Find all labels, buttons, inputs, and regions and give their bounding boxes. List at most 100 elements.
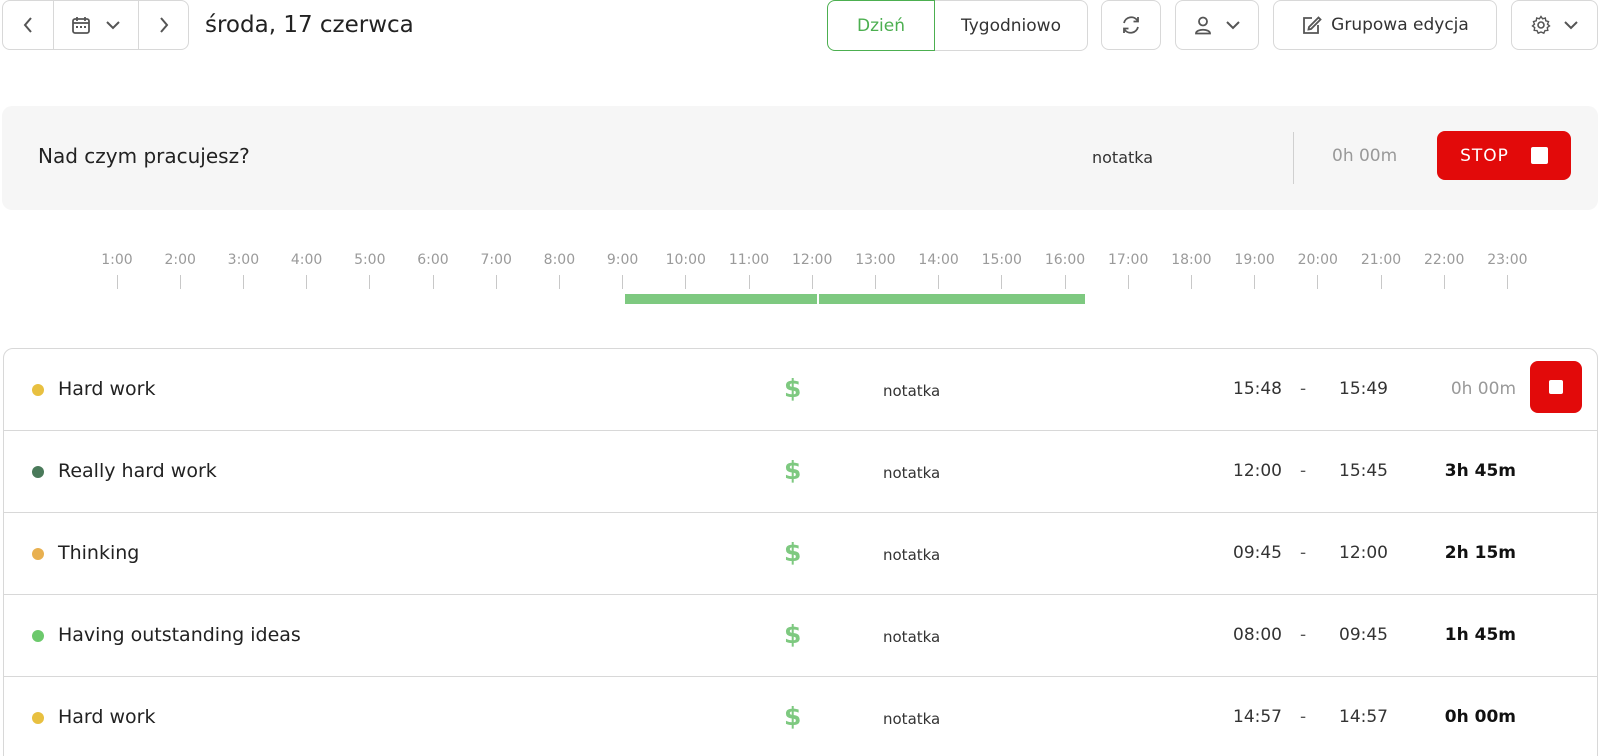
entry-start-time[interactable]: 14:57 [1202,707,1282,727]
calendar-picker-button[interactable] [53,0,139,50]
timeline-hour-label: 13:00 [855,252,896,268]
entry-note[interactable]: notatka [883,464,940,482]
user-filter-button[interactable] [1175,0,1259,50]
chevron-down-icon [1563,20,1579,30]
entry-end-time[interactable]: 09:45 [1308,625,1388,645]
timeline-hour-label: 21:00 [1360,252,1402,268]
entry-end-time[interactable]: 12:00 [1308,543,1388,563]
entry-start-time[interactable]: 12:00 [1202,461,1282,481]
prev-day-button[interactable] [2,0,54,50]
timeline-hour-tick: 1:00 [87,252,147,289]
timeline-hour-label: 19:00 [1234,252,1275,268]
timeline-hour-tick: 17:00 [1098,252,1158,289]
entry-duration: 0h 00m [1444,707,1516,727]
timeline-tick-mark [622,275,624,289]
timeline-tick-mark [1443,275,1445,289]
billable-dollar-icon[interactable]: $ [784,620,801,649]
timeline-tick-mark [306,275,308,289]
timeline-bar-segment [819,294,1085,304]
entry-note[interactable]: notatka [883,628,940,646]
project-color-dot [32,712,44,724]
entry-start-time[interactable]: 09:45 [1202,543,1282,563]
project-color-dot [32,630,44,642]
timeline-tick-mark [1064,275,1066,289]
entry-task-name[interactable]: Really hard work [58,460,217,482]
time-entry-row[interactable]: Thinking $ notatka 09:45-12:00 2h 15m [4,513,1597,595]
billable-dollar-icon[interactable]: $ [784,702,801,731]
entry-task-name[interactable]: Thinking [58,542,139,564]
timeline-hour-label: 1:00 [101,252,133,268]
refresh-icon [1120,14,1142,36]
gear-icon [1530,15,1551,35]
timeline-tick-mark [811,275,813,289]
timeline-hour-label: 22:00 [1424,252,1465,268]
entry-task-name[interactable]: Hard work [58,378,156,400]
view-week-button[interactable]: Tygodniowo [935,0,1088,51]
timeline-hour-label: 2:00 [164,252,196,268]
group-edit-button[interactable]: Grupowa edycja [1273,0,1497,50]
timeline-hour-tick: 23:00 [1477,252,1537,289]
time-entries-list: Hard work $ notatka 15:48-15:49 0h 00m Really… [3,348,1598,756]
timeline-hour-tick: 9:00 [593,252,653,289]
view-day-button[interactable]: Dzień [827,0,935,51]
refresh-button[interactable] [1101,0,1161,50]
timeline-tick-mark [432,275,434,289]
stop-label: STOP [1460,145,1509,166]
billable-dollar-icon[interactable]: $ [784,538,801,567]
user-icon [1193,15,1213,35]
timeline-tick-mark [1506,275,1508,289]
timeline-hour-tick: 19:00 [1225,252,1285,289]
timeline-tick-mark [1001,275,1003,289]
entry-note[interactable]: notatka [883,382,940,400]
timeline-hour-tick: 2:00 [150,252,210,289]
timeline-hour-tick: 5:00 [340,252,400,289]
timeline-hour-label: 8:00 [543,252,576,268]
timeline-tick-mark [369,275,371,289]
billable-dollar-icon[interactable]: $ [784,456,801,485]
day-timeline: 1:00 2:00 3:00 4:00 5:00 6:00 7:00 8:00 9:00 10:0… [0,252,1600,312]
timeline-hour-label: 9:00 [606,252,639,268]
timeline-hour-tick: 10:00 [656,252,716,289]
next-day-button[interactable] [138,0,189,50]
time-separator: - [1300,379,1307,399]
group-edit-label: Grupowa edycja [1331,15,1469,35]
entry-stop-button[interactable] [1530,361,1582,413]
entry-note[interactable]: notatka [883,710,940,728]
chevron-down-icon [105,20,121,30]
entry-end-time[interactable]: 15:45 [1308,461,1388,481]
entry-end-time[interactable]: 15:49 [1308,379,1388,399]
timeline-tick-mark [938,275,940,289]
billable-dollar-icon[interactable]: $ [784,374,801,403]
chevron-left-icon [22,16,34,34]
chevron-down-icon [1225,20,1241,30]
entry-start-time[interactable]: 15:48 [1202,379,1282,399]
timeline-tick-mark [1380,275,1382,289]
entry-start-time[interactable]: 08:00 [1202,625,1282,645]
time-entry-row[interactable]: Hard work $ notatka 15:48-15:49 0h 00m [4,349,1597,431]
tracker-note-field[interactable]: notatka [1092,148,1153,167]
timeline-hour-tick: 13:00 [845,252,905,289]
timeline-hour-label: 10:00 [665,252,706,268]
time-entry-row[interactable]: Really hard work $ notatka 12:00-15:45 3h 45… [4,431,1597,513]
timeline-hour-tick: 22:00 [1414,252,1474,289]
timeline-hour-tick: 18:00 [1161,252,1221,289]
date-title: środa, 17 czerwca [205,12,414,38]
timeline-tick-mark [242,275,244,289]
stop-button[interactable]: STOP [1437,131,1571,180]
time-entry-row[interactable]: Having outstanding ideas $ notatka 08:00-09… [4,595,1597,677]
timeline-tick-mark [558,275,560,289]
timeline-hour-label: 16:00 [1044,252,1086,268]
entry-note[interactable]: notatka [883,546,940,564]
time-entry-row[interactable]: Hard work $ notatka 14:57-14:57 0h 00m [4,677,1597,756]
stop-icon [1530,147,1548,164]
entry-duration: 3h 45m [1444,461,1516,481]
timeline-tick-mark [1317,275,1319,289]
timeline-hour-label: 15:00 [981,252,1022,268]
task-description-input[interactable]: Nad czym pracujesz? [38,144,250,168]
entry-task-name[interactable]: Hard work [58,706,156,728]
timeline-tick-mark [1190,275,1192,289]
entry-end-time[interactable]: 14:57 [1308,707,1388,727]
settings-button[interactable] [1511,0,1598,50]
timeline-hour-tick: 14:00 [909,252,969,289]
entry-task-name[interactable]: Having outstanding ideas [58,624,301,646]
